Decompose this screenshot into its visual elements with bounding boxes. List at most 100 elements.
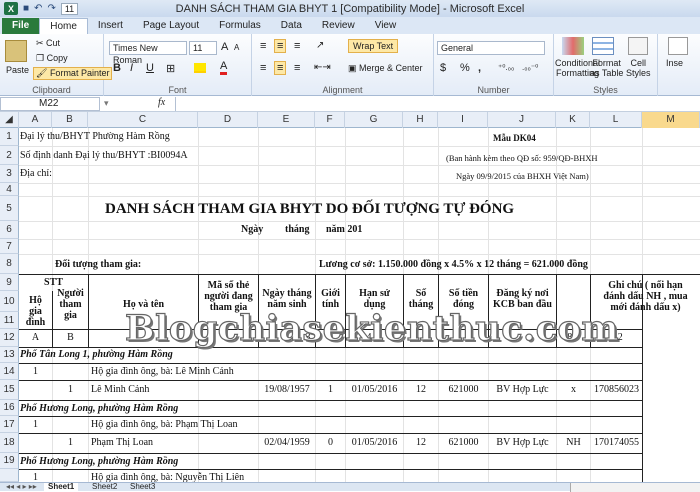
wrap-text-button[interactable]: Wrap Text [348, 39, 399, 53]
align-center-icon[interactable]: ≡ [274, 61, 287, 75]
tab-review[interactable]: Review [312, 18, 365, 34]
indent-icon[interactable]: ⇤⇥ [314, 62, 331, 73]
shrink-font-button[interactable]: A [234, 43, 239, 52]
underline-button[interactable]: U [146, 62, 154, 74]
row-header-19[interactable]: 19 [0, 453, 19, 469]
align-bottom-icon[interactable]: ≡ [294, 40, 300, 52]
column-header-j[interactable]: J [488, 112, 556, 128]
row-header-1[interactable]: 1 [0, 128, 19, 146]
grow-font-button[interactable]: A [221, 41, 228, 53]
tab-home[interactable]: Home [39, 18, 88, 34]
format-as-table-icon[interactable] [592, 37, 614, 55]
column-header-i[interactable]: I [438, 112, 488, 128]
align-top-icon[interactable]: ≡ [260, 40, 266, 52]
column-header-k[interactable]: K [556, 112, 590, 128]
formula-dropdown-icon[interactable]: ▾ [104, 98, 109, 109]
row-header-15[interactable]: 15 [0, 380, 19, 400]
tab-view[interactable]: View [365, 18, 407, 34]
person-name-2: Phạm Thị Loan [91, 437, 154, 448]
redo-icon[interactable]: ↷ [47, 3, 55, 14]
cut-label: Cut [46, 38, 61, 48]
column-header-c[interactable]: C [88, 112, 198, 128]
orientation-icon[interactable]: ↗ [316, 40, 324, 51]
street-group-1: Phố Tân Long 1, phường Hàm Rồng [20, 349, 173, 360]
tab-file[interactable]: File [2, 18, 40, 34]
row-header-3[interactable]: 3 [0, 165, 19, 183]
decrease-decimal-icon[interactable]: .₀₀⁻⁰ [522, 63, 538, 72]
ho-l1: Đăng ký nơi [496, 288, 549, 299]
card-no-1: 170856023 [594, 384, 639, 395]
align-left-icon[interactable]: ≡ [260, 62, 266, 74]
row-header-20[interactable] [0, 469, 19, 482]
insert-cells-icon[interactable] [668, 37, 688, 55]
cell-styles-button[interactable]: Cell Styles [626, 58, 651, 78]
row-header-2[interactable]: 2 [0, 146, 19, 165]
qat-font-size[interactable]: 11 [60, 2, 79, 15]
cell-styles-icon[interactable] [628, 37, 648, 55]
row-header-6[interactable]: 6 [0, 221, 19, 239]
table-border [19, 274, 700, 275]
font-size-select[interactable]: 11 [189, 41, 217, 55]
row-header-4[interactable]: 4 [0, 183, 19, 196]
column-header-h[interactable]: H [403, 112, 438, 128]
column-header-a[interactable]: A [19, 112, 52, 128]
comma-button[interactable]: , [478, 62, 481, 74]
paste-icon[interactable] [5, 40, 27, 62]
formula-bar: M22 ▾ fx [0, 96, 700, 112]
merge-center-button[interactable]: ▣ Merge & Center [348, 63, 423, 74]
row-header-17[interactable]: 17 [0, 416, 19, 433]
fill-color-icon[interactable] [194, 63, 206, 73]
number-format-select[interactable]: General [437, 41, 545, 55]
row-header-13[interactable]: 13 [0, 347, 19, 363]
save-icon[interactable]: ■ [23, 3, 29, 14]
column-header-d[interactable]: D [198, 112, 258, 128]
copy-button[interactable]: ❐ Copy [36, 53, 68, 64]
format-as-table-button[interactable]: Format as Table [590, 58, 623, 78]
align-right-icon[interactable]: ≡ [294, 62, 300, 74]
column-header-m[interactable]: M [642, 112, 700, 128]
row-header-14[interactable]: 14 [0, 363, 19, 380]
increase-decimal-icon[interactable]: ⁺⁰.₀₀ [498, 63, 514, 72]
column-header-g[interactable]: G [345, 112, 403, 128]
row-header-7[interactable]: 7 [0, 239, 19, 254]
tab-formulas[interactable]: Formulas [209, 18, 271, 34]
undo-icon[interactable]: ↶ [34, 3, 42, 14]
currency-button[interactable]: $ [440, 62, 446, 74]
row-header-18[interactable]: 18 [0, 433, 19, 453]
paste-button[interactable]: Paste [6, 65, 29, 75]
name-box[interactable]: M22 [0, 97, 100, 111]
row-header-16[interactable]: 16 [0, 400, 19, 416]
column-header-l[interactable]: L [590, 112, 642, 128]
row-header-10[interactable]: 10 [0, 291, 19, 312]
tab-insert[interactable]: Insert [88, 18, 133, 34]
insert-function-button[interactable]: fx [158, 97, 165, 108]
worksheet-grid[interactable]: Đại lý thu/BHYT Phường Hàm Rồng Mẫu DK04… [19, 128, 700, 482]
format-painter-button[interactable]: 🖌 Format Painter [33, 67, 113, 80]
insert-cells-button[interactable]: Inse [666, 58, 683, 68]
align-middle-icon[interactable]: ≡ [274, 39, 287, 53]
column-header-b[interactable]: B [52, 112, 88, 128]
percent-button[interactable]: % [460, 62, 470, 74]
column-header-e[interactable]: E [258, 112, 315, 128]
row-header-12[interactable]: 12 [0, 329, 19, 347]
excel-logo-icon: X [4, 2, 18, 15]
font-name-select[interactable]: Times New Roman [109, 41, 187, 65]
bold-button[interactable]: B [113, 62, 121, 74]
gender-header: Giới tính [316, 288, 345, 310]
tab-data[interactable]: Data [271, 18, 312, 34]
borders-icon[interactable]: ⊞ [166, 62, 175, 75]
conditional-formatting-icon[interactable] [562, 37, 584, 55]
row-header-8[interactable]: 8 [0, 254, 19, 274]
am-l1: Số tiền [448, 288, 479, 299]
formula-input[interactable] [175, 97, 699, 111]
row-header-5[interactable]: 5 [0, 196, 19, 221]
row-header-9[interactable]: 9 [0, 274, 19, 291]
column-header-f[interactable]: F [315, 112, 345, 128]
select-all-button[interactable]: ◢ [0, 112, 19, 128]
cut-button[interactable]: ✂ Cut [36, 38, 60, 49]
italic-button[interactable]: I [130, 62, 133, 74]
row-header-11[interactable]: 11 [0, 312, 19, 329]
font-color-button[interactable]: A [220, 61, 228, 75]
ex-l1: Hạn sử [359, 288, 390, 299]
tab-page-layout[interactable]: Page Layout [133, 18, 209, 34]
